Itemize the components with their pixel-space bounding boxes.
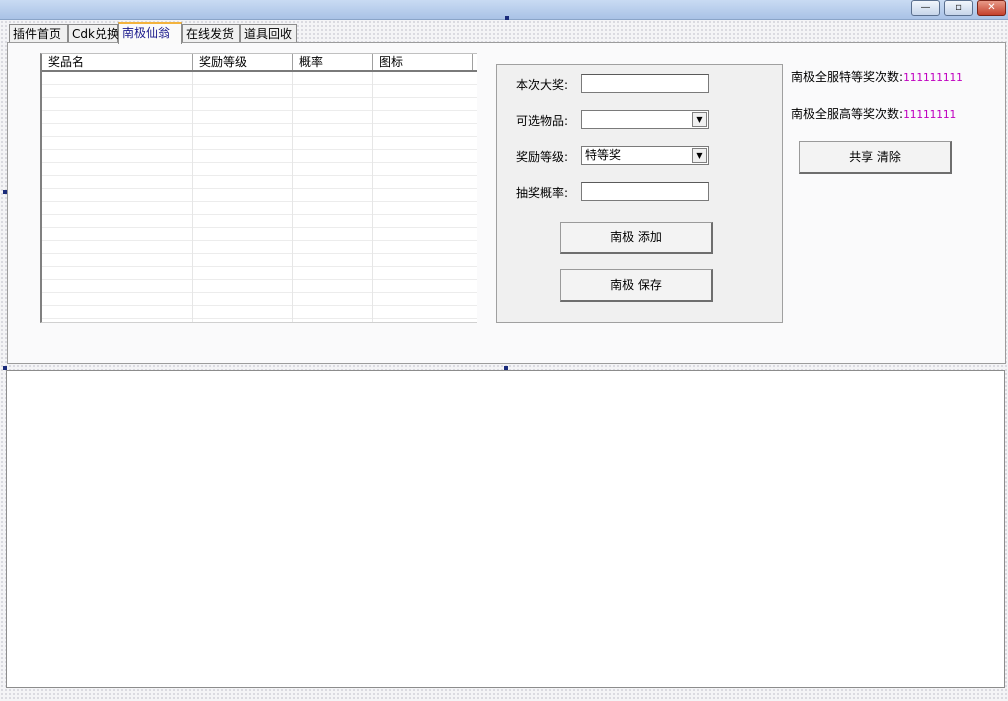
column-icon[interactable]: 图标 — [373, 54, 473, 70]
special-prize-count: 南极全服特等奖次数:111111111 — [791, 68, 963, 85]
log-area[interactable] — [6, 370, 1005, 688]
prize-table[interactable]: 奖品名 奖励等级 概率 图标 — [40, 53, 477, 323]
probability-input[interactable] — [581, 182, 709, 201]
minimize-button[interactable]: — — [911, 0, 940, 16]
add-button[interactable]: 南极 添加 — [560, 222, 713, 254]
high-prize-count-label: 南极全服高等奖次数: — [791, 107, 904, 121]
chevron-down-icon[interactable]: ▼ — [692, 148, 707, 163]
column-probability[interactable]: 概率 — [293, 54, 373, 70]
column-reward-level[interactable]: 奖励等级 — [193, 54, 293, 70]
chevron-down-icon[interactable]: ▼ — [692, 112, 707, 127]
clear-button[interactable]: 共享 清除 — [799, 141, 952, 174]
prize-table-header: 奖品名 奖励等级 概率 图标 — [42, 54, 477, 72]
title-bar: — ▫ ✕ — [0, 0, 1008, 20]
prize-form-group: 本次大奖: 可选物品: ▼ 奖励等级: 特等奖 ▼ 抽奖概率: 南极 添加 南极… — [496, 64, 783, 323]
tab-online-delivery[interactable]: 在线发货 — [182, 24, 240, 43]
column-prize-name[interactable]: 奖品名 — [42, 54, 193, 70]
restore-button[interactable]: ▫ — [944, 0, 973, 16]
level-label: 奖励等级: — [516, 150, 569, 164]
tab-nanji-xianweng[interactable]: 南极仙翁 — [118, 22, 182, 44]
level-select[interactable]: 特等奖 ▼ — [581, 146, 709, 165]
level-select-value: 特等奖 — [585, 148, 622, 162]
tab-cdk-redeem[interactable]: Cdk兑换 — [68, 24, 119, 43]
items-select[interactable]: ▼ — [581, 110, 709, 129]
high-prize-count-value: 11111111 — [903, 108, 957, 121]
tab-item-recycle[interactable]: 道具回收 — [240, 24, 297, 43]
special-prize-count-value: 111111111 — [903, 71, 963, 84]
resize-handle-left[interactable] — [3, 190, 7, 194]
tab-plugin-home[interactable]: 插件首页 — [9, 24, 68, 43]
resize-handle-top[interactable] — [505, 16, 509, 20]
high-prize-count: 南极全服高等奖次数:11111111 — [791, 105, 956, 122]
items-label: 可选物品: — [516, 114, 569, 128]
special-prize-count-label: 南极全服特等奖次数: — [791, 70, 904, 84]
grand-prize-label: 本次大奖: — [516, 78, 569, 92]
probability-label: 抽奖概率: — [516, 186, 569, 200]
tab-panel: 奖品名 奖励等级 概率 图标 本次大奖: 可选物品: ▼ 奖励等级: 特等奖 ▼… — [7, 42, 1006, 364]
grand-prize-input[interactable] — [581, 74, 709, 93]
prize-table-body[interactable] — [42, 72, 477, 322]
save-button[interactable]: 南极 保存 — [560, 269, 713, 302]
close-button[interactable]: ✕ — [977, 0, 1006, 16]
